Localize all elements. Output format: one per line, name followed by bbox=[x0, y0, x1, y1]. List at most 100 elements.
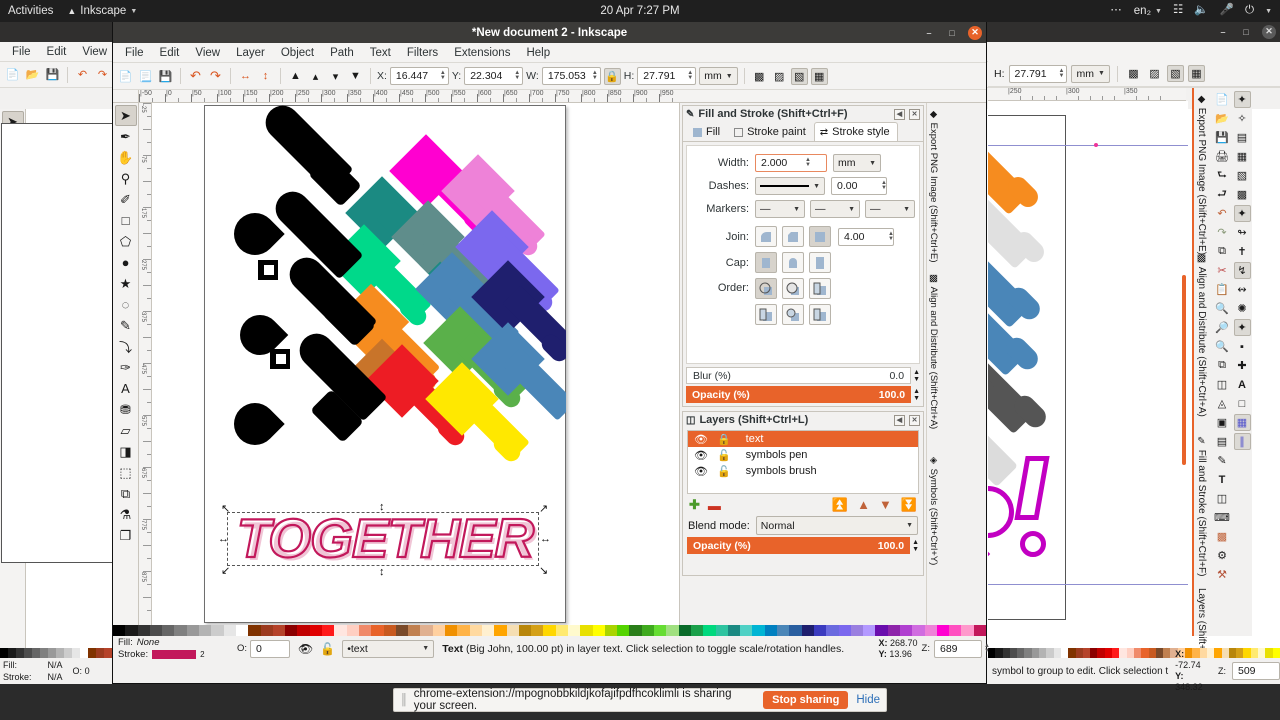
layer-row-symbols-brush[interactable]: 👁 🔓 symbols brush bbox=[688, 463, 918, 479]
snap-guide-icon[interactable]: ∥ bbox=[1233, 433, 1251, 450]
palette-swatch[interactable] bbox=[137, 625, 150, 636]
palette-swatch[interactable] bbox=[223, 625, 236, 636]
palette-swatch[interactable] bbox=[936, 625, 950, 636]
snap-bbox-corner-icon[interactable]: ▦ bbox=[1234, 148, 1251, 165]
tool-controls-bar[interactable]: 📄 📃 💾 ↶ ↷ ↔ ↕ ▲ ▴ ▾ ▼ X: 16.447 ▲ ▼ Y: 22… bbox=[113, 63, 986, 90]
palette-swatch[interactable] bbox=[285, 625, 298, 636]
palette-swatch[interactable] bbox=[383, 625, 396, 636]
palette-swatch[interactable] bbox=[1221, 648, 1229, 658]
palette-swatch[interactable] bbox=[104, 648, 112, 658]
minimize-button[interactable]: – bbox=[922, 26, 936, 40]
close-panel-button[interactable]: ✕ bbox=[909, 108, 920, 120]
s-resize-handle[interactable]: ↕ bbox=[379, 567, 385, 578]
palette-swatch[interactable] bbox=[309, 625, 323, 636]
palette-swatch[interactable] bbox=[96, 648, 104, 658]
palette-swatch[interactable] bbox=[801, 625, 814, 636]
save-document-icon[interactable]: 💾 bbox=[157, 68, 174, 85]
palette-swatch[interactable] bbox=[1163, 648, 1171, 658]
affect-gradients-icon[interactable]: ▧ bbox=[790, 67, 808, 85]
palette-swatch[interactable] bbox=[1126, 648, 1134, 658]
3dbox-tool[interactable]: ⬠ bbox=[115, 231, 137, 252]
close-button[interactable]: ✕ bbox=[1262, 24, 1276, 39]
palette-swatch[interactable] bbox=[690, 625, 704, 636]
palette-swatch[interactable] bbox=[678, 625, 691, 636]
cap-square-button[interactable] bbox=[809, 252, 831, 273]
network-icon[interactable]: ☷ bbox=[1173, 5, 1183, 17]
w-resize-handle[interactable]: ↔ bbox=[218, 534, 229, 545]
save-document-icon[interactable]: 💾 bbox=[44, 66, 61, 83]
menu-help[interactable]: Help bbox=[518, 45, 558, 61]
palette-swatch[interactable] bbox=[1236, 648, 1244, 658]
open-document-icon[interactable]: 📃 bbox=[137, 68, 154, 85]
connector-tool[interactable]: ⬚ bbox=[115, 462, 137, 483]
palette-swatch[interactable] bbox=[1112, 648, 1120, 658]
palette-swatch[interactable] bbox=[186, 625, 200, 636]
dock-tab-strip[interactable]: ◆ Export PNG Image (Shift+Ctrl+E) ▩ Alig… bbox=[926, 103, 939, 625]
spinner-arrows[interactable]: ▲ ▼ bbox=[805, 157, 811, 168]
palette-swatch[interactable] bbox=[358, 625, 372, 636]
join-bevel-button[interactable] bbox=[782, 226, 804, 247]
palette-swatch[interactable] bbox=[8, 648, 16, 658]
visibility-icon[interactable]: 👁 bbox=[694, 465, 708, 478]
difference-icon[interactable]: ▤ bbox=[1214, 433, 1231, 450]
redo-icon[interactable]: ↷ bbox=[1214, 224, 1231, 241]
tab-fill[interactable]: Fill bbox=[687, 122, 728, 141]
palette-swatch[interactable] bbox=[752, 625, 765, 636]
palette-swatch[interactable] bbox=[900, 625, 913, 636]
volume-icon[interactable]: 🔈 bbox=[1194, 5, 1208, 17]
palette-swatch[interactable] bbox=[838, 625, 851, 636]
close-panel-button[interactable]: ✕ bbox=[909, 414, 920, 426]
spinner-arrows[interactable]: ▲ ▼ bbox=[514, 70, 520, 81]
blend-mode-combo[interactable]: Normal ▼ bbox=[755, 516, 918, 535]
palette-swatch[interactable] bbox=[629, 625, 642, 636]
ne-resize-handle[interactable]: ↗ bbox=[539, 504, 548, 515]
start-marker-combo[interactable]: — ▼ bbox=[755, 200, 805, 218]
zoom-page-icon[interactable]: 🔍 bbox=[1214, 338, 1231, 355]
activities-button[interactable]: Activities bbox=[8, 5, 53, 17]
lower-icon[interactable]: ▾ bbox=[327, 68, 344, 85]
snap-path-icon[interactable]: ↬ bbox=[1234, 224, 1251, 241]
open-document-icon[interactable]: 📂 bbox=[1214, 110, 1231, 127]
spinner-arrows[interactable]: ▲ ▼ bbox=[687, 70, 693, 81]
palette-swatch[interactable] bbox=[1104, 648, 1113, 658]
undo-icon[interactable]: ↶ bbox=[187, 68, 204, 85]
bucket-fill-tool[interactable]: ⛃ bbox=[115, 399, 137, 420]
palette-swatch[interactable] bbox=[445, 625, 458, 636]
palette-swatch[interactable] bbox=[1090, 648, 1098, 658]
blur-row[interactable]: Blur (%) 0.0 bbox=[686, 367, 912, 384]
palette-swatch[interactable] bbox=[555, 625, 568, 636]
palette-swatch[interactable] bbox=[174, 625, 187, 636]
palette-swatch[interactable] bbox=[912, 625, 925, 636]
background-tool-controls-bar[interactable]: H: 27.791 ▲ ▼ mm ▼ ▩ ▨ ▧ ▦ bbox=[988, 61, 1280, 87]
node-tool[interactable]: ✒ bbox=[115, 126, 137, 147]
affect-rounded-corners-icon[interactable]: ▨ bbox=[771, 68, 788, 85]
palette-swatch[interactable] bbox=[740, 625, 753, 636]
affect-patterns-icon[interactable]: ▦ bbox=[1187, 65, 1205, 82]
palette-swatch[interactable] bbox=[1155, 648, 1164, 658]
duplicate-icon[interactable]: ⧉ bbox=[1214, 357, 1231, 374]
redo-icon[interactable]: ↷ bbox=[94, 66, 111, 83]
background-color-palette-left[interactable] bbox=[0, 648, 112, 658]
snap-others-icon[interactable]: ✦ bbox=[1233, 319, 1251, 336]
palette-swatch[interactable] bbox=[1024, 648, 1032, 658]
affect-stroke-width-icon[interactable]: ▩ bbox=[1125, 65, 1142, 82]
dash-offset-input[interactable]: 0.00 ▲ ▼ bbox=[831, 177, 887, 195]
collapse-panel-button[interactable]: ◀ bbox=[894, 414, 905, 426]
h-input[interactable]: 27.791 ▲ ▼ bbox=[1008, 64, 1068, 83]
snap-object-center-icon[interactable]: ▪ bbox=[1234, 338, 1251, 355]
palette-swatch[interactable] bbox=[1265, 648, 1273, 658]
menu-view[interactable]: View bbox=[187, 45, 228, 61]
menu-file[interactable]: File bbox=[117, 45, 152, 61]
dash-pattern-combo[interactable]: ▼ bbox=[755, 177, 825, 195]
stroke-width-input[interactable]: 2.000 ▲ ▼ bbox=[755, 154, 827, 172]
object-opacity-row[interactable]: Opacity (%) 100.0 bbox=[686, 386, 912, 403]
spinner-arrows[interactable]: ▲ ▼ bbox=[881, 180, 887, 191]
fill-and-stroke-tabs[interactable]: Fill Stroke paint ⇄ Stroke style bbox=[683, 122, 923, 142]
paste-icon[interactable]: 📋 bbox=[1214, 281, 1231, 298]
align-icon[interactable]: ▩ bbox=[1214, 528, 1231, 545]
menu-file[interactable]: File bbox=[4, 44, 39, 60]
y-input[interactable]: 22.304 ▲ ▼ bbox=[464, 67, 524, 85]
app-menu-inkscape[interactable]: ▲ Inkscape ▼ bbox=[67, 5, 137, 17]
palette-swatch[interactable] bbox=[72, 648, 80, 658]
cap-butt-button[interactable] bbox=[755, 252, 777, 273]
